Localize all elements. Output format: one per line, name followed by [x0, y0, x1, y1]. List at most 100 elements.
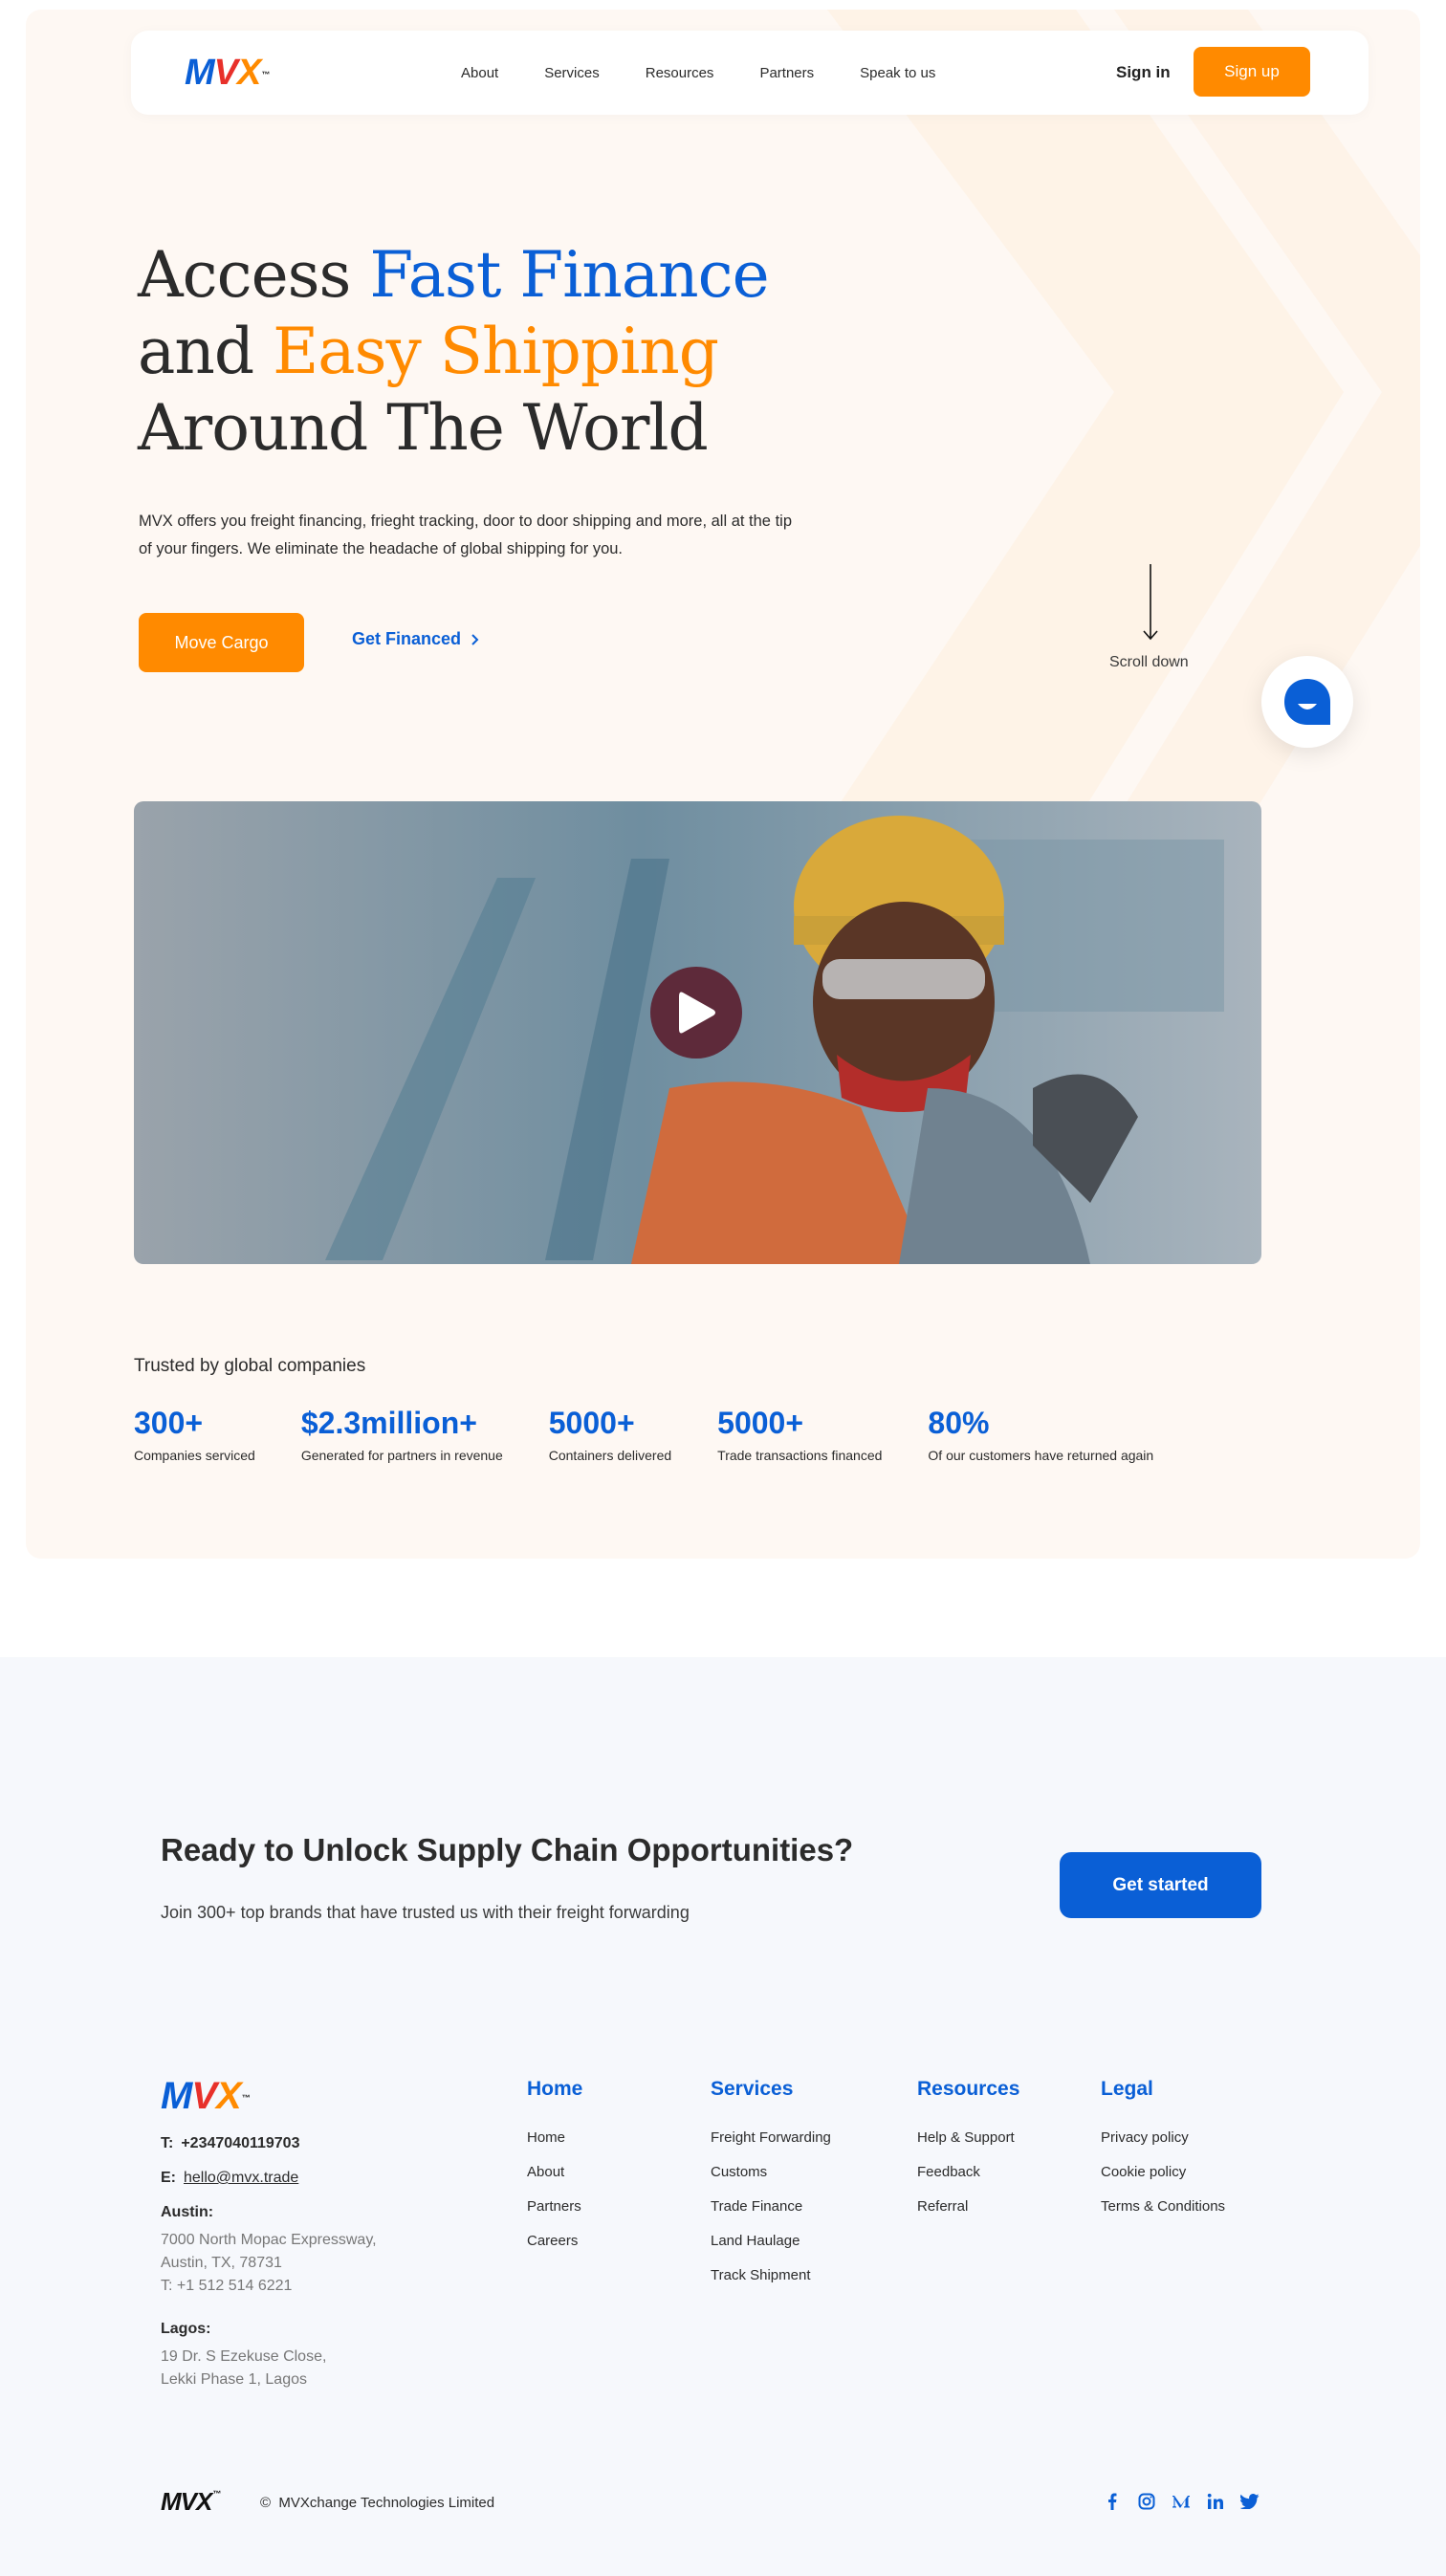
address-line: 19 Dr. S Ezekuse Close, — [161, 2348, 327, 2365]
footer-link[interactable]: Freight Forwarding — [711, 2129, 831, 2146]
get-started-button[interactable]: Get started — [1060, 1852, 1261, 1918]
cta-footer-section: Ready to Unlock Supply Chain Opportuniti… — [0, 1657, 1446, 2576]
footer-column-services: Services Freight Forwarding Customs Trad… — [711, 2078, 831, 2302]
nav-resources[interactable]: Resources — [646, 65, 714, 81]
stat-label: Of our customers have returned again — [928, 1448, 1154, 1463]
footer-link[interactable]: Privacy policy — [1101, 2129, 1225, 2146]
stat-value: 5000+ — [717, 1406, 804, 1440]
footer-column-legal: Legal Privacy policy Cookie policy Terms… — [1101, 2078, 1225, 2233]
copyright-label: MVXchange Technologies Limited — [278, 2495, 495, 2511]
nav-partners[interactable]: Partners — [759, 65, 814, 81]
footer-link[interactable]: Trade Finance — [711, 2198, 831, 2215]
headline-highlight-blue: Fast Finance — [369, 238, 769, 312]
cta-subtitle: Join 300+ top brands that have trusted u… — [161, 1903, 690, 1922]
top-navbar: M V X ™ About Services Resources Partners S… — [131, 31, 1369, 115]
footer-column-title: Resources — [917, 2078, 1020, 2100]
stat-value: 5000+ — [548, 1406, 635, 1440]
footer-column-title: Services — [711, 2078, 794, 2100]
trusted-title: Trusted by global companies — [134, 1356, 366, 1376]
get-financed-link[interactable]: Get Financed — [352, 629, 480, 649]
nav-speak-to-us[interactable]: Speak to us — [860, 65, 935, 81]
mvx-logo[interactable]: M V X ™ — [185, 55, 270, 92]
lagos-label: Lagos: — [161, 2321, 211, 2337]
headline-text: Around The World — [138, 391, 709, 465]
linkedin-icon[interactable] — [1205, 2491, 1226, 2512]
copyright-text: © MVXchange Technologies Limited — [260, 2495, 494, 2511]
address-line: Austin, TX, 78731 — [161, 2255, 282, 2271]
instagram-icon[interactable] — [1136, 2491, 1157, 2512]
address-line: 7000 North Mopac Expressway, — [161, 2232, 377, 2248]
stat-label: Trade transactions financed — [717, 1448, 883, 1463]
nav-about[interactable]: About — [461, 65, 498, 81]
stat-value: 80% — [928, 1406, 990, 1440]
footer-link[interactable]: Cookie policy — [1101, 2164, 1225, 2180]
nav-links: About Services Resources Partners Speak … — [461, 31, 981, 115]
chat-icon — [1284, 679, 1330, 725]
footer-phone: T: +2347040119703 — [161, 2135, 467, 2152]
lagos-address: 19 Dr. S Ezekuse Close, Lekki Phase 1, L… — [161, 2346, 467, 2391]
austin-address: 7000 North Mopac Expressway, Austin, TX,… — [161, 2229, 467, 2298]
address-phone: T: +1 512 514 6221 — [161, 2278, 293, 2294]
get-financed-label: Get Financed — [352, 629, 462, 648]
footer-column-resources: Resources Help & Support Feedback Referr… — [917, 2078, 1019, 2233]
play-button[interactable] — [650, 967, 742, 1059]
phone-key: T: — [161, 2135, 174, 2151]
arrow-down-icon — [1143, 564, 1158, 641]
play-icon — [679, 992, 715, 1034]
footer-link[interactable]: Land Haulage — [711, 2233, 831, 2249]
footer-link[interactable]: Terms & Conditions — [1101, 2198, 1225, 2215]
chat-widget-button[interactable] — [1261, 656, 1353, 748]
stat-value: $2.3million+ — [300, 1406, 477, 1440]
hero-headline: Access Fast Finance and Easy Shipping Ar… — [138, 237, 770, 467]
stat-item: 5000+ Containers delivered — [549, 1404, 671, 1463]
medium-icon[interactable] — [1171, 2491, 1192, 2512]
facebook-icon[interactable] — [1102, 2491, 1123, 2512]
email-link[interactable]: hello@mvx.trade — [184, 2170, 298, 2186]
phone-value[interactable]: +2347040119703 — [181, 2135, 299, 2151]
footer-bottom-bar: M V X ™ © MVXchange Technologies Limited — [161, 2483, 1260, 2521]
footer-email: E: hello@mvx.trade — [161, 2170, 467, 2187]
austin-label: Austin: — [161, 2204, 214, 2220]
hero-subtext: MVX offers you freight financing, friegh… — [139, 513, 792, 557]
stat-item: $2.3million+ Generated for partners in r… — [301, 1404, 503, 1463]
stat-label: Generated for partners in revenue — [300, 1448, 503, 1463]
cta-title: Ready to Unlock Supply Chain Opportuniti… — [161, 1832, 854, 1867]
footer-mvx-logo[interactable]: M V X ™ — [161, 2077, 251, 2116]
footer-column-title: Home — [527, 2078, 583, 2100]
footer-link[interactable]: Customs — [711, 2164, 831, 2180]
sign-in-link[interactable]: Sign in — [1116, 63, 1171, 82]
stat-item: 5000+ Trade transactions financed — [717, 1404, 882, 1463]
hero-video[interactable] — [134, 801, 1261, 1264]
footer-small-logo[interactable]: M V X ™ — [161, 2487, 221, 2517]
scroll-down-label: Scroll down — [1109, 654, 1189, 670]
stat-label: Containers delivered — [548, 1448, 672, 1463]
footer-link[interactable]: Feedback — [917, 2164, 1019, 2180]
headline-highlight-orange: Easy Shipping — [273, 315, 719, 388]
headline-text: Access — [138, 238, 370, 312]
stat-item: 300+ Companies serviced — [134, 1404, 255, 1463]
footer-link[interactable]: Partners — [527, 2198, 582, 2215]
email-key: E: — [161, 2170, 176, 2186]
footer-link[interactable]: Help & Support — [917, 2129, 1019, 2146]
footer-column-title: Legal — [1101, 2078, 1153, 2100]
footer-contact: T: +2347040119703 E: hello@mvx.trade Austi… — [161, 2135, 467, 2414]
footer-column-home: Home Home About Partners Careers — [527, 2078, 582, 2267]
social-links — [1102, 2491, 1260, 2512]
sign-up-button[interactable]: Sign up — [1194, 47, 1310, 97]
chevron-right-icon — [471, 633, 479, 645]
twitter-icon[interactable] — [1239, 2491, 1260, 2512]
footer-link[interactable]: About — [527, 2164, 582, 2180]
address-line: Lekki Phase 1, Lagos — [161, 2371, 307, 2388]
copyright-icon: © — [260, 2495, 272, 2511]
move-cargo-button[interactable]: Move Cargo — [139, 613, 304, 672]
stats-row: 300+ Companies serviced $2.3million+ Gen… — [134, 1404, 1199, 1463]
headline-text: and — [138, 315, 274, 388]
nav-services[interactable]: Services — [544, 65, 600, 81]
footer-link[interactable]: Careers — [527, 2233, 582, 2249]
stat-label: Companies serviced — [134, 1448, 255, 1463]
stat-value: 300+ — [134, 1406, 204, 1440]
footer-link[interactable]: Home — [527, 2129, 582, 2146]
footer-link[interactable]: Referral — [917, 2198, 1019, 2215]
footer-link[interactable]: Track Shipment — [711, 2267, 831, 2283]
stat-item: 80% Of our customers have returned again — [928, 1404, 1153, 1463]
